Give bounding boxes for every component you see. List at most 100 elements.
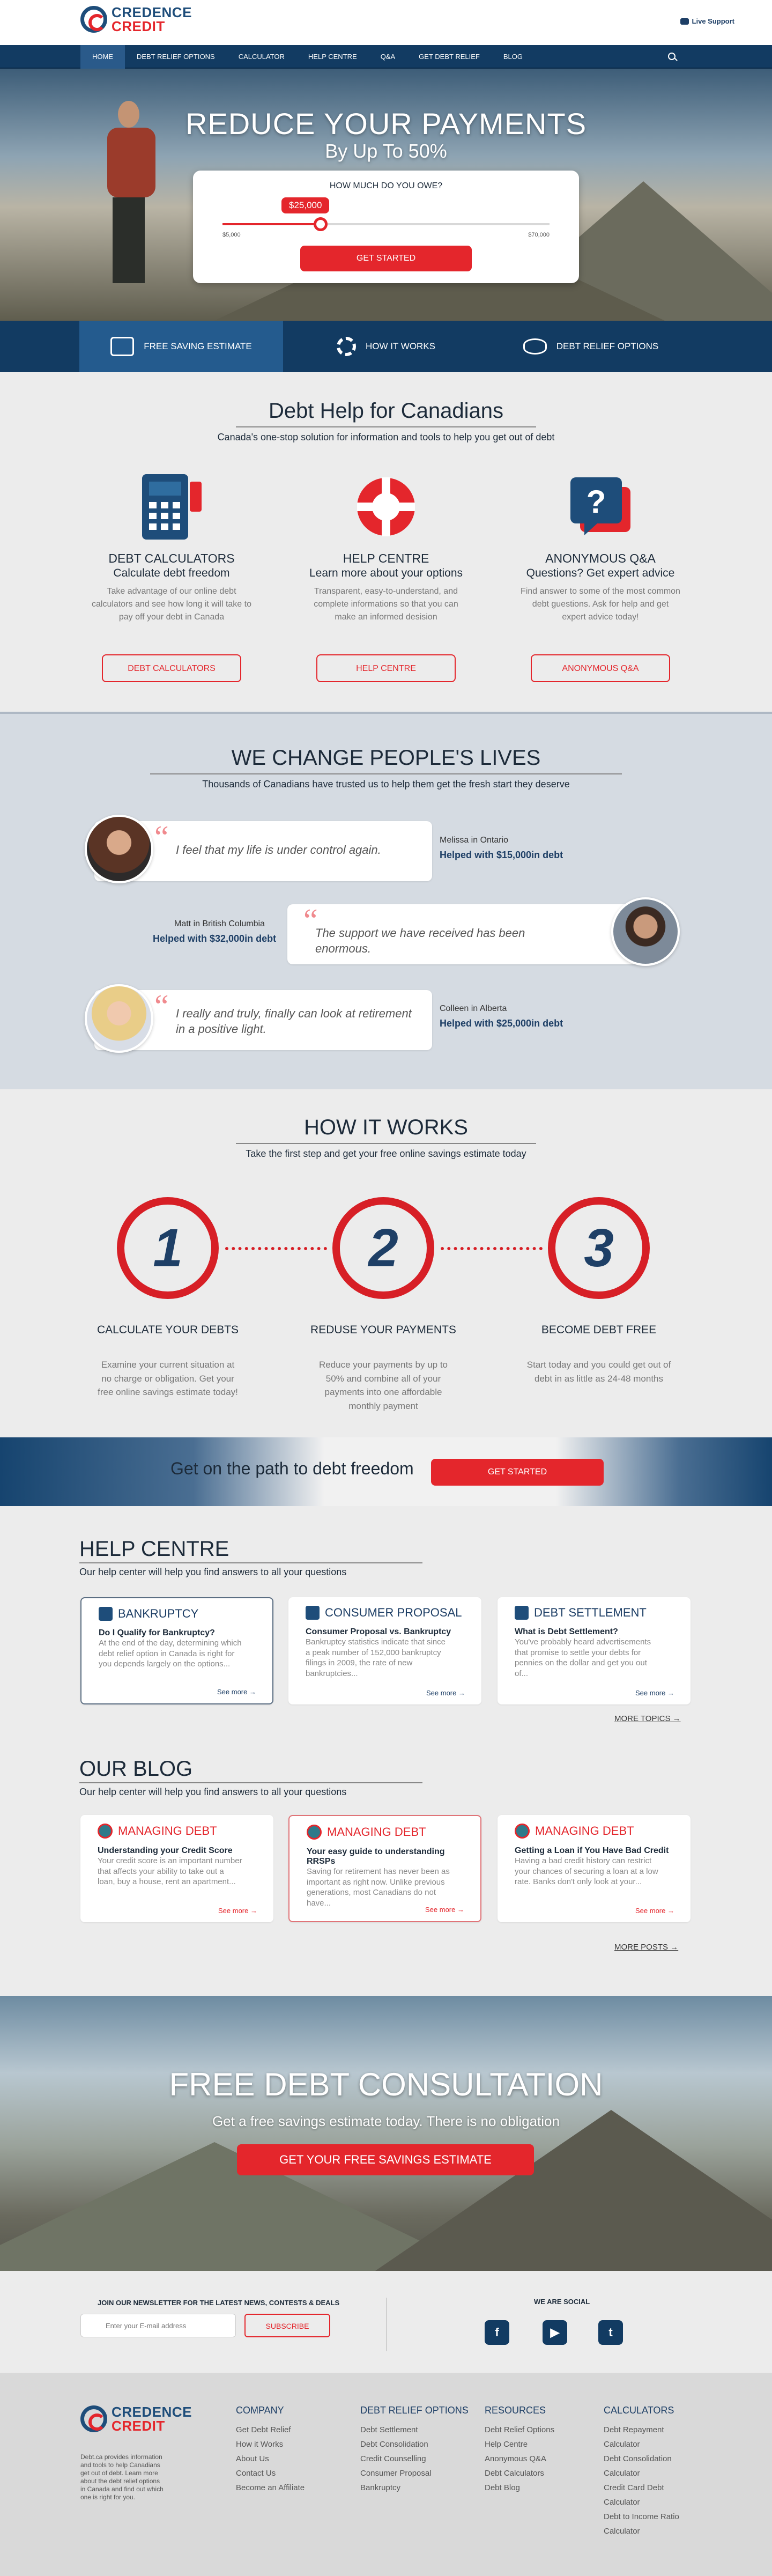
card-subtitle: Questions? Get expert advice (526, 567, 675, 579)
see-more-link[interactable]: See more → (217, 1688, 256, 1696)
blog-card-title: Getting a Loan if You Have Bad Credit (515, 1846, 669, 1855)
help-card-title: Consumer Proposal vs. Bankruptcy (306, 1627, 451, 1636)
footer-link[interactable]: Credit Card Debt Calculator (604, 2481, 695, 2509)
nav-get-debt-relief[interactable]: GET DEBT RELIEF (407, 45, 492, 69)
footer-blurb: Debt.ca provides information and tools t… (80, 2453, 164, 2501)
footer-link[interactable]: Debt Repayment Calculator (604, 2423, 695, 2452)
cta-text: Get on the path to debt freedom (170, 1459, 414, 1478)
footer-link[interactable]: About Us (236, 2452, 305, 2466)
nav-qa[interactable]: Q&A (369, 45, 407, 69)
blog-category-icon (307, 1825, 322, 1840)
blog-header: OUR BLOG Our help center will help you f… (79, 1757, 422, 1798)
avatar (611, 897, 680, 966)
tab-free-saving-estimate[interactable]: FREE SAVING ESTIMATE (79, 321, 283, 372)
footer-link[interactable]: Get Debt Relief (236, 2423, 305, 2437)
see-more-link[interactable]: See more → (425, 1906, 464, 1914)
debt-slider[interactable] (222, 217, 550, 231)
brand-logo[interactable]: CREDENCE CREDIT (80, 5, 192, 33)
footer-col-resources: RESOURCES Debt Relief Options Help Centr… (485, 2405, 554, 2495)
section-subtitle: Take the first step and get your free on… (246, 1148, 526, 1159)
footer-logo[interactable]: CREDENCE CREDIT (80, 2405, 192, 2433)
help-centre-header: HELP CENTRE Our help center will help yo… (79, 1537, 422, 1578)
footer-link[interactable]: Debt Relief Options (485, 2423, 554, 2437)
help-card[interactable]: BANKRUPTCY Do I Qualify for Bankruptcy? … (80, 1597, 273, 1704)
see-more-link[interactable]: See more → (635, 1689, 674, 1697)
footer-link[interactable]: Debt to Income Ratio Calculator (604, 2509, 695, 2538)
card-help-centre: HELP CENTRE Learn more about your option… (295, 472, 477, 682)
footer-link[interactable]: Debt Blog (485, 2481, 554, 2495)
see-more-link[interactable]: See more → (426, 1689, 465, 1697)
footer-link[interactable]: Contact Us (236, 2466, 305, 2481)
footer-link[interactable]: Debt Settlement (360, 2423, 469, 2437)
card-title: HELP CENTRE (343, 551, 429, 565)
card-anonymous-qa: ? ANONYMOUS Q&A Questions? Get expert ad… (509, 472, 692, 682)
main-nav: HOME DEBT RELIEF OPTIONS CALCULATOR HELP… (0, 45, 772, 69)
live-support-link[interactable]: Live Support (680, 17, 734, 25)
newsletter-email-input[interactable] (80, 2314, 236, 2337)
more-posts-link[interactable]: MORE POSTS → (614, 1943, 678, 1952)
footer-link[interactable]: Anonymous Q&A (485, 2452, 554, 2466)
hero-subtitle: By Up To 50% (325, 140, 447, 162)
footer-link[interactable]: Debt Consolidation Calculator (604, 2452, 695, 2481)
footer-link[interactable]: Credit Counselling (360, 2452, 469, 2466)
see-more-link[interactable]: See more → (218, 1907, 257, 1915)
footer-link[interactable]: How it Works (236, 2437, 305, 2452)
blog-card-category: MANAGING DEBT (535, 1824, 634, 1837)
step-number: 2 (332, 1197, 434, 1299)
how-it-works-header: HOW IT WORKS Take the first step and get… (0, 1116, 772, 1160)
chat-icon (680, 18, 689, 25)
step-text: Reduce your payments by up to 50% and co… (318, 1360, 448, 1411)
twitter-icon[interactable]: t (598, 2320, 623, 2345)
blog-card[interactable]: MANAGING DEBT Understanding your Credit … (80, 1815, 273, 1922)
section-subtitle: Our help center will help you find answe… (79, 1787, 347, 1797)
blog-card[interactable]: MANAGING DEBT Getting a Loan if You Have… (498, 1815, 691, 1922)
footer-link[interactable]: Consumer Proposal (360, 2466, 469, 2481)
help-card[interactable]: CONSUMER PROPOSAL Consumer Proposal vs. … (288, 1597, 481, 1704)
slider-fill (222, 223, 321, 225)
card-text: Find answer to some of the most common d… (521, 587, 680, 622)
nav-blog[interactable]: BLOG (492, 45, 535, 69)
footer-link[interactable]: Debt Consolidation (360, 2437, 469, 2452)
footer-col-debt-relief: DEBT RELIEF OPTIONS Debt Settlement Debt… (360, 2405, 469, 2495)
step-title: BECOME DEBT FREE (541, 1324, 657, 1336)
anonymous-qa-button[interactable]: ANONYMOUS Q&A (531, 654, 670, 682)
testimonial-amount: Helped with $25,000in debt (440, 1018, 563, 1029)
step-text: Examine your current situation at no cha… (98, 1360, 238, 1397)
hero-title: REDUCE YOUR PAYMENTS (185, 107, 587, 141)
nav-debt-relief-options[interactable]: DEBT RELIEF OPTIONS (125, 45, 227, 69)
blog-card[interactable]: MANAGING DEBT Your easy guide to underst… (288, 1815, 481, 1922)
blog-card-excerpt: Saving for retirement has never been as … (307, 1867, 450, 1908)
nav-home[interactable]: HOME (80, 45, 125, 69)
more-topics-link[interactable]: MORE TOPICS → (614, 1714, 681, 1723)
footer-link[interactable]: Become an Affiliate (236, 2481, 305, 2495)
footer-link[interactable]: Debt Calculators (485, 2466, 554, 2481)
help-card-category: BANKRUPTCY (118, 1607, 199, 1620)
mountain-graphic (375, 2110, 772, 2271)
avatar (85, 815, 153, 883)
see-more-link[interactable]: See more → (635, 1907, 674, 1915)
get-started-button[interactable]: GET STARTED (300, 246, 472, 271)
footer: CREDENCE CREDIT Debt.ca provides informat… (0, 2373, 772, 2576)
footer-link[interactable]: Help Centre (485, 2437, 554, 2452)
debt-calculators-button[interactable]: DEBT CALCULATORS (102, 654, 241, 682)
nav-help-centre[interactable]: HELP CENTRE (296, 45, 369, 69)
facebook-icon[interactable]: f (485, 2320, 509, 2345)
tab-how-it-works[interactable]: HOW IT WORKS (284, 321, 488, 372)
slider-handle[interactable] (314, 217, 328, 231)
help-card-title: What is Debt Settlement? (515, 1627, 618, 1636)
footer-link[interactable]: Bankruptcy (360, 2481, 469, 2495)
help-card-category: DEBT SETTLEMENT (534, 1606, 647, 1619)
tab-debt-relief-options[interactable]: DEBT RELIEF OPTIONS (489, 321, 693, 372)
cta-get-started-button[interactable]: GET STARTED (431, 1459, 604, 1486)
search-icon[interactable] (668, 53, 676, 60)
nav-calculator[interactable]: CALCULATOR (227, 45, 296, 69)
subscribe-button[interactable]: SUBSCRIBE (244, 2314, 330, 2337)
free-savings-estimate-button[interactable]: GET YOUR FREE SAVINGS ESTIMATE (237, 2144, 534, 2175)
youtube-icon[interactable]: ▶ (543, 2320, 567, 2345)
debt-amount-form: HOW MUCH DO YOU OWE? $25,000 $5,000 $70,… (193, 171, 579, 283)
help-card-excerpt: At the end of the day, determining which… (99, 1638, 242, 1669)
help-card[interactable]: DEBT SETTLEMENT What is Debt Settlement?… (498, 1597, 691, 1704)
testimonial-author: Melissa in Ontario (440, 836, 509, 845)
help-centre-button[interactable]: HELP CENTRE (316, 654, 456, 682)
slider-max: $70,000 (528, 232, 550, 238)
